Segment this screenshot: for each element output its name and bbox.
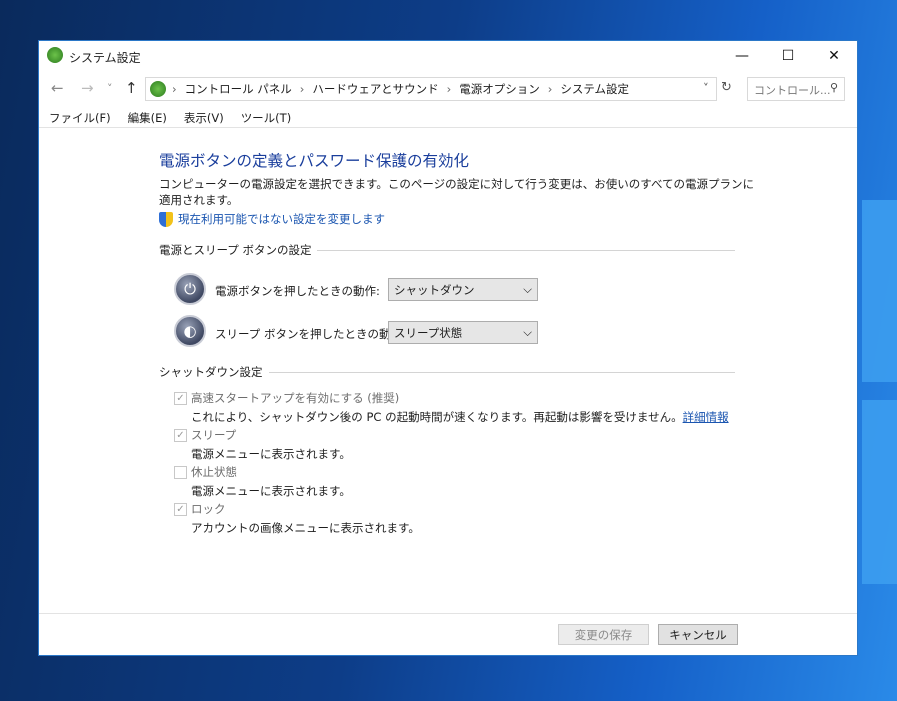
address-dropdown-button[interactable]: ˅ [703,81,709,95]
option-label: 休止状態 [191,465,237,479]
chevron-down-icon: ⌵ [523,325,532,339]
page-description: コンピューターの電源設定を選択できます。このページの設定に対して行う変更は、お使… [159,177,755,207]
power-button-icon: ⏻ [174,273,206,305]
control-panel-icon [47,47,63,63]
sleep-checkbox[interactable]: ✓ [174,428,187,442]
title-bar[interactable]: システム設定 — ☐ ✕ [39,41,857,71]
sleep-button-icon: ◐ [174,315,206,347]
menu-tools[interactable]: ツール(T) [241,110,292,126]
desktop-tile [862,200,897,382]
selected-value: スリープ状態 [394,326,463,340]
back-button[interactable]: ← [51,79,64,97]
maximize-button[interactable]: ☐ [765,41,811,71]
power-button-label: 電源ボタンを押したときの動作: [215,284,380,298]
selected-value: シャットダウン [394,283,475,297]
option-description: 電源メニューに表示されます。 [191,483,351,498]
chevron-down-icon: ⌵ [523,282,532,296]
lock-checkbox[interactable]: ✓ [174,502,187,516]
option-label: ロック [191,502,226,516]
power-buttons-group: 電源とスリープ ボタンの設定 [159,242,735,258]
breadcrumb-item[interactable]: 電源オプション [459,81,540,97]
option-description: アカウントの画像メニューに表示されます。 [191,520,420,535]
footer-divider [39,613,857,614]
recent-locations-button[interactable]: ˅ [107,82,113,95]
change-unavailable-settings-link[interactable]: 現在利用可能ではない設定を変更します [178,211,385,227]
option-label: スリープ [191,428,237,442]
option-label: 高速スタートアップを有効にする (推奨) [191,391,400,405]
refresh-button[interactable]: ↻ [721,80,732,95]
breadcrumb-item[interactable]: コントロール パネル [185,81,292,97]
desktop-tile [862,400,897,584]
hibernate-checkbox[interactable] [174,465,187,479]
up-button[interactable]: ↑ [125,79,138,97]
control-panel-icon [150,81,166,97]
breadcrumb-item[interactable]: ハードウェアとサウンド [312,81,438,97]
sleep-button-label: スリープ ボタンを押したときの動作: [215,327,406,341]
breadcrumb-item[interactable]: システム設定 [560,81,629,97]
option-description: 電源メニューに表示されます。 [191,446,351,461]
menu-bar: ファイル(F) 編集(E) 表示(V) ツール(T) [49,110,291,126]
shutdown-options: ✓ 高速スタートアップを有効にする (推奨) これにより、シャットダウン後の PC… [174,389,729,537]
power-button-action-select[interactable]: シャットダウン ⌵ [388,278,538,301]
save-changes-button[interactable]: 変更の保存 [558,624,649,645]
divider [39,127,857,128]
sleep-button-action-select[interactable]: スリープ状態 ⌵ [388,321,538,344]
system-settings-window: システム設定 — ☐ ✕ ← → ˅ ↑ › コントロール パネル › ハードウェア… [38,40,858,656]
close-button[interactable]: ✕ [811,41,857,71]
forward-button[interactable]: → [81,79,94,97]
menu-view[interactable]: 表示(V) [184,110,224,126]
fast-startup-checkbox[interactable]: ✓ [174,391,187,405]
menu-edit[interactable]: 編集(E) [128,110,167,126]
group-heading: 電源とスリープ ボタンの設定 [159,243,312,257]
search-icon: ⚲ [829,81,838,94]
option-description: これにより、シャットダウン後の PC の起動時間が速くなります。再起動は影響を受… [191,409,683,424]
search-placeholder: コントロール... [754,84,831,97]
more-info-link[interactable]: 詳細情報 [683,410,729,424]
minimize-button[interactable]: — [719,41,765,71]
group-heading: シャットダウン設定 [159,365,263,379]
page-title: 電源ボタンの定義とパスワード保護の有効化 [159,152,470,170]
cancel-button[interactable]: キャンセル [658,624,738,645]
address-bar[interactable]: › コントロール パネル › ハードウェアとサウンド › 電源オプション › システム設… [145,77,717,101]
menu-file[interactable]: ファイル(F) [49,110,111,126]
window-title: システム設定 [69,51,141,65]
uac-shield-icon [159,211,173,227]
shutdown-settings-group: シャットダウン設定 [159,364,735,380]
search-input[interactable]: コントロール... ⚲ [747,77,845,101]
